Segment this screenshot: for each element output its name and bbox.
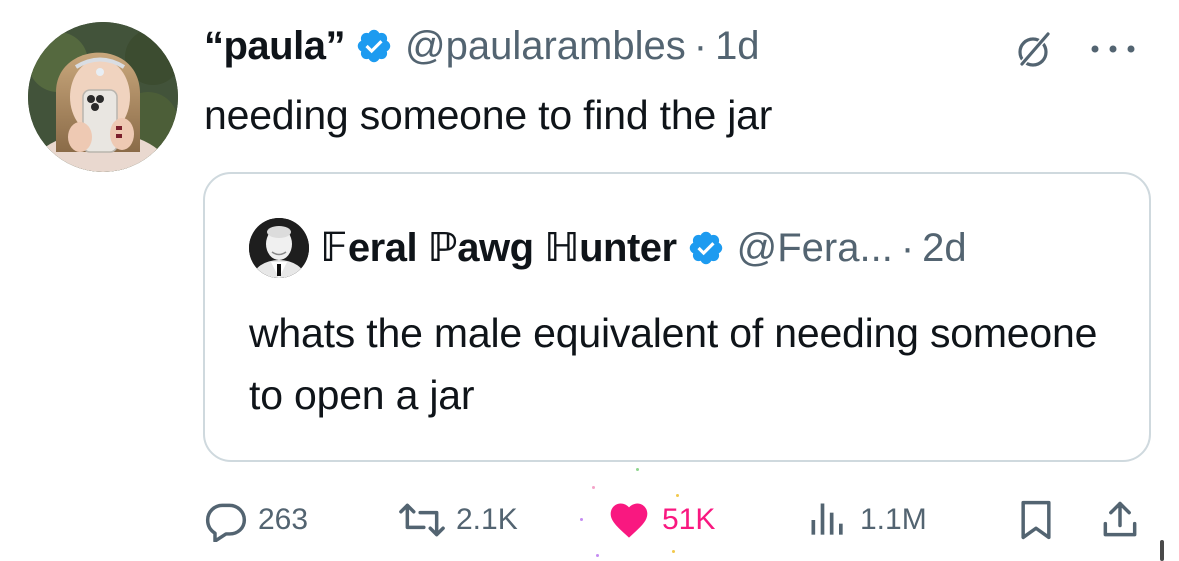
quoted-tweet-timestamp[interactable]: 2d [922, 226, 967, 271]
quoted-tweet-header: 𝔽eral ℙawg ℍunter @Fera... · 2d [249, 218, 967, 278]
repost-icon [399, 503, 445, 537]
author-display-name[interactable]: “paula” [204, 18, 345, 74]
quoted-tweet-text: whats the male equivalent of needing som… [249, 310, 1098, 418]
reply-count: 263 [258, 503, 309, 536]
like-sparkle [580, 518, 583, 521]
bookmark-icon [1021, 500, 1051, 540]
tweet: “paula” @paularambles · 1d needing someo… [0, 0, 1179, 561]
heart-icon [610, 503, 648, 538]
tweet-header: “paula” @paularambles · 1d [204, 18, 760, 74]
author-avatar[interactable] [28, 22, 178, 172]
views-icon [811, 503, 843, 535]
scroll-indicator [1160, 540, 1164, 561]
quoted-author-display-name[interactable]: 𝔽eral ℙawg ℍunter [321, 225, 677, 271]
views-count: 1.1M [860, 503, 927, 536]
like-sparkle [636, 468, 639, 471]
bookmark-button[interactable] [1014, 480, 1058, 560]
action-bar: 263 2.1K 51K 1.1M [0, 468, 1179, 560]
repost-count: 2.1K [456, 503, 518, 536]
verified-badge-icon [357, 29, 391, 63]
author-handle[interactable]: @paularambles [405, 18, 686, 74]
like-sparkle [596, 554, 599, 557]
quoted-tweet-card[interactable]: 𝔽eral ℙawg ℍunter @Fera... · 2d whats th… [203, 172, 1151, 462]
quoted-author-avatar[interactable] [249, 218, 309, 278]
more-icon[interactable] [1086, 40, 1140, 58]
quoted-author-handle[interactable]: @Fera... [737, 226, 893, 271]
repost-button[interactable]: 2.1K [398, 480, 518, 560]
like-sparkle [672, 550, 675, 553]
share-button[interactable] [1098, 480, 1142, 560]
views-button[interactable]: 1.1M [806, 480, 927, 560]
grok-icon[interactable] [1014, 30, 1054, 70]
like-sparkle [592, 486, 595, 489]
header-separator: · [693, 24, 708, 68]
reply-icon [205, 503, 247, 542]
like-sparkle [676, 494, 679, 497]
quoted-header-separator: · [900, 225, 915, 270]
verified-badge-icon [689, 231, 722, 265]
tweet-timestamp[interactable]: 1d [715, 18, 760, 74]
tweet-text: needing someone to find the jar [204, 92, 773, 138]
reply-button[interactable]: 263 [204, 480, 308, 560]
share-icon [1103, 501, 1137, 537]
like-button[interactable]: 51K [606, 480, 715, 560]
like-count: 51K [662, 503, 716, 536]
